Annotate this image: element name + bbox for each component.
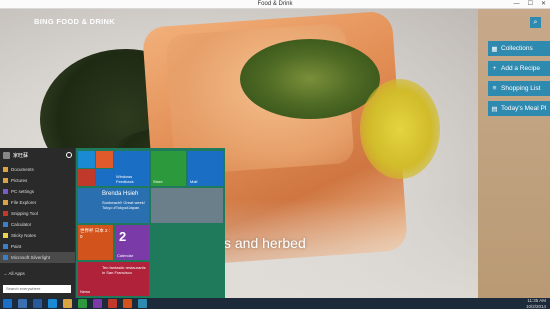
finance-tile[interactable]: 世界杯 日本 2 : 0	[78, 225, 113, 260]
meal-planner-button[interactable]: ▤ Today's Meal Pl	[488, 101, 550, 116]
start-menu: 家旺蘇 Documents Pictures PC settings File …	[0, 148, 225, 298]
video-tile[interactable]	[78, 169, 95, 186]
windows-start-icon[interactable]	[3, 299, 12, 308]
ie-icon[interactable]	[48, 299, 57, 308]
onedrive-tile[interactable]	[96, 169, 113, 186]
list-item[interactable]: File Explorer	[0, 197, 75, 208]
shopping-list-label: Shopping List	[501, 85, 541, 92]
add-recipe-button[interactable]: + Add a Recipe	[488, 61, 550, 76]
hero-brand: BING FOOD & DRINK	[34, 17, 115, 26]
app-icon[interactable]	[123, 299, 132, 308]
all-apps-link[interactable]: → All Apps	[3, 271, 25, 276]
shopping-list-button[interactable]: ≡ Shopping List	[488, 81, 550, 96]
palette-icon	[3, 244, 8, 249]
list-item[interactable]: Paint	[0, 241, 75, 252]
music-tile[interactable]	[96, 151, 113, 168]
file-explorer-icon[interactable]	[63, 299, 72, 308]
people-tile[interactable]: Brenda Hsieh Sunbeach!! Great week! Toky…	[78, 188, 149, 223]
start-menu-left: 家旺蘇 Documents Pictures PC settings File …	[0, 148, 75, 298]
list-item[interactable]: Microsoft Silverlight	[0, 252, 75, 263]
screen: Food & Drink — ☐ ✕ BING FOOD & DRINK s a…	[0, 0, 550, 309]
search-icon[interactable]: ⌕	[530, 17, 541, 28]
power-icon[interactable]	[66, 152, 72, 158]
meal-planner-label: Today's Meal Pl	[501, 105, 547, 112]
list-icon: ≡	[492, 85, 497, 92]
photos-tile[interactable]	[151, 188, 223, 223]
app-icon[interactable]	[138, 299, 147, 308]
folder-icon	[3, 167, 8, 172]
collections-button[interactable]: ▦ Collections	[488, 41, 550, 56]
windows-feedback-tile[interactable]: Windows Feedback	[114, 151, 149, 186]
tile-area: Windows Feedback Store Mail Brenda Hsieh…	[76, 148, 225, 298]
onenote-icon[interactable]	[93, 299, 102, 308]
window-title: Food & Drink	[257, 1, 293, 7]
search-input[interactable]: Search everywhere	[3, 285, 71, 293]
calendar-icon: ▤	[491, 105, 498, 113]
news-tile[interactable]: Ten fantastic restaurants in San Francis…	[78, 262, 149, 296]
list-item[interactable]: Sticky Notes	[0, 230, 75, 241]
calendar-tile[interactable]: 2 Calendar	[115, 225, 149, 260]
user-name: 家旺蘇	[13, 153, 29, 159]
plus-icon: +	[492, 65, 497, 72]
list-item[interactable]: Pictures	[0, 175, 75, 186]
task-view-icon[interactable]	[33, 299, 42, 308]
hero-caption[interactable]: s and herbed	[224, 235, 306, 251]
skype-tile[interactable]	[78, 151, 95, 168]
folder-icon	[3, 200, 8, 205]
list-item[interactable]: Snipping Tool	[0, 208, 75, 219]
avatar	[3, 152, 10, 159]
app-list: Documents Pictures PC settings File Expl…	[0, 164, 75, 263]
silverlight-icon	[3, 255, 8, 260]
add-recipe-label: Add a Recipe	[501, 65, 541, 72]
grid-icon: ▦	[491, 45, 498, 53]
collections-label: Collections	[501, 45, 533, 52]
list-item[interactable]: PC settings	[0, 186, 75, 197]
folder-icon	[3, 178, 8, 183]
close-button[interactable]: ✕	[541, 0, 546, 9]
taskbar: 11:35 AM 10/2/2014	[0, 298, 550, 309]
minimize-button[interactable]: —	[514, 0, 520, 9]
search-icon[interactable]	[18, 299, 27, 308]
list-item[interactable]: Calculator	[0, 219, 75, 230]
gear-icon	[3, 189, 8, 194]
store-icon[interactable]	[78, 299, 87, 308]
title-bar: Food & Drink — ☐ ✕	[0, 0, 550, 9]
clock[interactable]: 11:35 AM 10/2/2014	[526, 298, 546, 309]
calculator-icon	[3, 222, 8, 227]
maximize-button[interactable]: ☐	[528, 0, 533, 9]
note-icon	[3, 233, 8, 238]
app-icon[interactable]	[108, 299, 117, 308]
list-item[interactable]: Documents	[0, 164, 75, 175]
store-tile[interactable]: Store	[151, 151, 186, 186]
user-account[interactable]: 家旺蘇	[3, 151, 28, 160]
scissors-icon	[3, 211, 8, 216]
mail-tile[interactable]: Mail	[188, 151, 223, 186]
